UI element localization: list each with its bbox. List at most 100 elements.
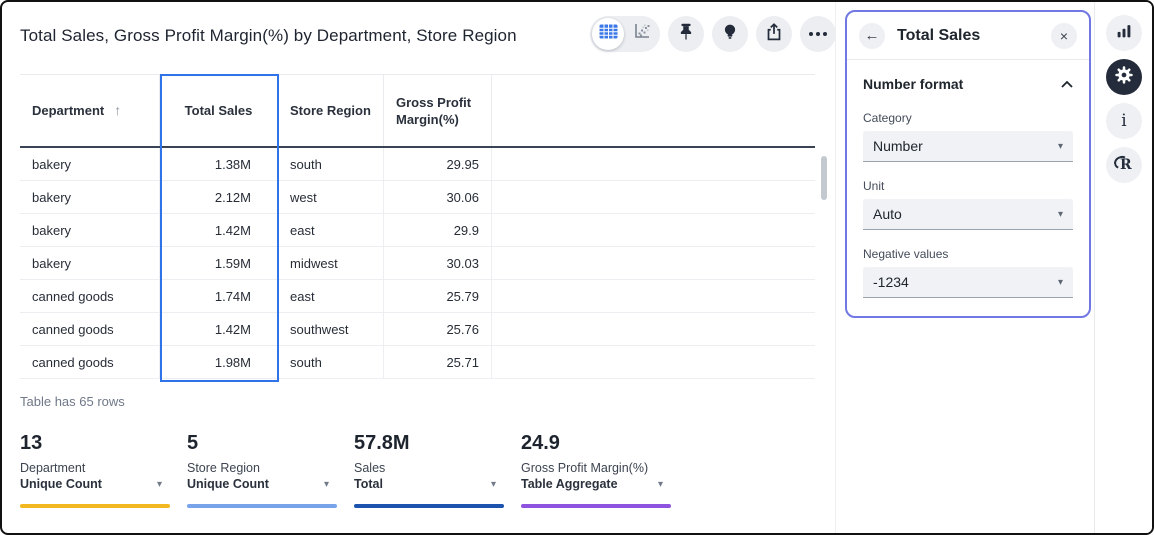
r-icon: R [1113,155,1135,175]
cell-store-region[interactable]: east [278,214,384,246]
r-analysis-button[interactable]: R [1106,147,1142,183]
number-format-section-header[interactable]: Number format [863,74,1073,94]
panel-body: Number format Category Number ▾ Unit Aut… [847,60,1089,298]
app-window: Total Sales, Gross Profit Margin(%) by D… [0,0,1154,535]
kpi-field: Department [20,461,170,476]
cell-total-sales[interactable]: 1.42M [160,313,278,345]
table-view-button[interactable] [592,18,624,50]
table-row[interactable]: bakery 1.42M east 29.9 [20,214,815,247]
info-icon: i [1121,111,1126,131]
cell-empty [492,181,815,213]
table-row[interactable]: bakery 2.12M west 30.06 [20,181,815,214]
column-header-label: Gross Profit Margin(%) [396,94,479,128]
data-table: Department ↑ Total Sales Store Region Gr… [20,74,815,379]
cell-empty [492,148,815,180]
chevron-up-icon[interactable] [1061,75,1073,93]
table-row[interactable]: bakery 1.38M south 29.95 [20,148,815,181]
lightbulb-icon [719,21,741,48]
kpi-aggregate: Unique Count [187,477,269,492]
chevron-down-icon[interactable]: ▾ [658,479,663,490]
column-header-label: Total Sales [185,102,253,119]
cell-total-sales[interactable]: 1.98M [160,346,278,378]
cell-gpm[interactable]: 30.06 [384,181,492,213]
table-row[interactable]: canned goods 1.98M south 25.71 [20,346,815,379]
dropdown-value: -1234 [873,274,909,290]
table-row-count-note: Table has 65 rows [20,394,125,409]
share-button[interactable] [756,16,792,52]
chart-config-button[interactable] [1106,15,1142,51]
category-dropdown[interactable]: Number ▾ [863,131,1073,162]
cell-total-sales[interactable]: 1.74M [160,280,278,312]
settings-button[interactable] [1106,59,1142,95]
column-header-total-sales[interactable]: Total Sales [160,75,278,146]
cell-total-sales[interactable]: 1.59M [160,247,278,279]
cell-empty [492,280,815,312]
table-scrollbar[interactable] [821,156,827,200]
cell-store-region[interactable]: east [278,280,384,312]
table-view-icon [599,24,618,44]
cell-gpm[interactable]: 25.76 [384,313,492,345]
kpi-sales: 57.8M Sales Total ▾ [354,432,504,508]
cell-store-region[interactable]: south [278,148,384,180]
column-header-gross-profit-margin[interactable]: Gross Profit Margin(%) [384,75,492,146]
kpi-underline [354,504,504,508]
kpi-store-region: 5 Store Region Unique Count ▾ [187,432,337,508]
kpi-gross-profit-margin: 24.9 Gross Profit Margin(%) Table Aggreg… [521,432,671,508]
cell-department[interactable]: bakery [20,247,160,279]
pin-button[interactable] [668,16,704,52]
table-row[interactable]: canned goods 1.42M southwest 25.76 [20,313,815,346]
kpi-underline [187,504,337,508]
kpi-department: 13 Department Unique Count ▾ [20,432,170,508]
negative-values-dropdown[interactable]: -1234 ▾ [863,267,1073,298]
chevron-down-icon: ▾ [1058,277,1063,288]
cell-total-sales[interactable]: 1.42M [160,214,278,246]
cell-department[interactable]: canned goods [20,346,160,378]
table-row[interactable]: canned goods 1.74M east 25.79 [20,280,815,313]
kpi-value: 5 [187,432,337,454]
negative-values-label: Negative values [863,247,1073,261]
info-button[interactable]: i [1106,103,1142,139]
kpi-value: 57.8M [354,432,504,454]
cell-store-region[interactable]: midwest [278,247,384,279]
cell-empty [492,346,815,378]
close-button[interactable]: × [1051,23,1077,49]
column-settings-panel: ← Total Sales × Number format Category N… [845,10,1091,318]
chart-view-button[interactable] [626,18,658,50]
cell-department[interactable]: bakery [20,148,160,180]
back-arrow-icon: ← [865,27,880,44]
cell-total-sales[interactable]: 1.38M [160,148,278,180]
panel-title: Total Sales [897,27,980,45]
column-header-department[interactable]: Department ↑ [20,75,160,146]
cell-department[interactable]: bakery [20,214,160,246]
view-toggle[interactable] [590,16,660,52]
cell-department[interactable]: canned goods [20,280,160,312]
kpi-aggregate: Unique Count [20,477,102,492]
column-header-store-region[interactable]: Store Region [278,75,384,146]
unit-label: Unit [863,179,1073,193]
cell-gpm[interactable]: 29.95 [384,148,492,180]
chevron-down-icon: ▾ [1058,141,1063,152]
cell-department[interactable]: canned goods [20,313,160,345]
insights-button[interactable] [712,16,748,52]
cell-store-region[interactable]: south [278,346,384,378]
cell-gpm[interactable]: 25.71 [384,346,492,378]
table-row[interactable]: bakery 1.59M midwest 30.03 [20,247,815,280]
cell-gpm[interactable]: 30.03 [384,247,492,279]
cell-gpm[interactable]: 25.79 [384,280,492,312]
table-header-row: Department ↑ Total Sales Store Region Gr… [20,74,815,148]
chevron-down-icon[interactable]: ▾ [157,479,162,490]
more-options-button[interactable] [800,16,836,52]
cell-gpm[interactable]: 29.9 [384,214,492,246]
cell-store-region[interactable]: southwest [278,313,384,345]
kpi-underline [20,504,170,508]
panel-divider [835,2,836,533]
cell-department[interactable]: bakery [20,181,160,213]
cell-store-region[interactable]: west [278,181,384,213]
back-button[interactable]: ← [859,23,885,49]
chevron-down-icon[interactable]: ▾ [324,479,329,490]
toolbar [590,16,836,52]
unit-dropdown[interactable]: Auto ▾ [863,199,1073,230]
chevron-down-icon[interactable]: ▾ [491,479,496,490]
cell-total-sales[interactable]: 2.12M [160,181,278,213]
sort-asc-icon[interactable]: ↑ [114,102,121,119]
